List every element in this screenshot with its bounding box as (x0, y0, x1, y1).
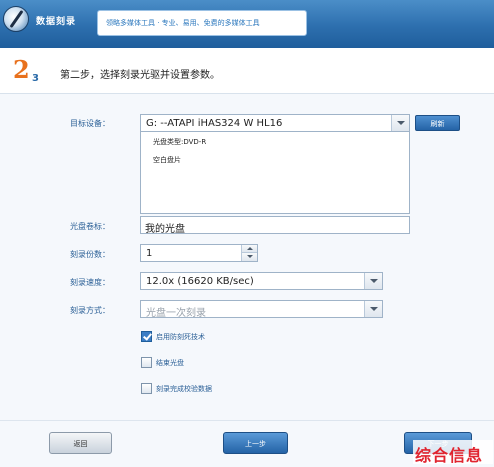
footer-divider (0, 420, 494, 421)
finalize-disc-label: 结束光盘 (156, 359, 184, 367)
disc-label-label: 光盘卷标： (70, 222, 110, 231)
refresh-button[interactable]: 刷新 (415, 115, 460, 131)
copies-label: 刻录份数： (70, 250, 110, 259)
step-instruction: 第二步，选择刻录光驱并设置参数。 (60, 70, 220, 81)
disc-type: 光盘类型:DVD-R (153, 138, 207, 146)
disc-label-value: 我的光盘 (145, 224, 185, 235)
speed-label: 刻录速度： (70, 278, 110, 287)
previous-step-button[interactable]: 上一步 (223, 432, 288, 454)
mode-dropdown-button[interactable] (364, 301, 382, 317)
finalize-disc-checkbox[interactable] (141, 357, 152, 368)
chevron-down-icon (370, 307, 378, 311)
disc-logo-icon (3, 6, 29, 32)
watermark: 综合信息 (413, 440, 493, 465)
disc-info-panel: 光盘类型:DVD-R 空白盘片 (140, 131, 410, 214)
mode-value: 光盘一次刻录 (146, 308, 206, 319)
speed-select[interactable]: 12.0x (16620 KB/sec) (140, 272, 383, 290)
target-device-value: G: --ATAPI iHAS324 W HL16 (146, 118, 283, 129)
app-header: 数据刻录 领略多媒体工具 · 专业、易用、免费的多媒体工具 (0, 0, 494, 48)
copies-value: 1 (146, 248, 153, 259)
verify-data-checkbox[interactable] (141, 383, 152, 394)
mode-select[interactable]: 光盘一次刻录 (140, 300, 383, 319)
stepper-up-button[interactable] (241, 245, 257, 253)
anti-burn-fail-label: 启用防刻死技术 (156, 333, 205, 341)
chevron-down-icon (247, 255, 253, 258)
step-total: 3 (32, 73, 39, 84)
speed-dropdown-button[interactable] (364, 273, 382, 289)
target-device-select[interactable]: G: --ATAPI iHAS324 W HL16 (140, 114, 410, 132)
verify-data-label: 刻录完成校验数据 (156, 385, 212, 393)
step-current: 2 (13, 55, 30, 84)
chevron-up-icon (247, 247, 253, 250)
mode-label: 刻录方式： (70, 306, 110, 315)
stepper-down-button[interactable] (241, 253, 257, 261)
back-button[interactable]: 返回 (49, 432, 112, 454)
target-device-dropdown-button[interactable] (391, 115, 409, 131)
speed-value: 12.0x (16620 KB/sec) (146, 276, 254, 287)
header-slogan: 领略多媒体工具 · 专业、易用、免费的多媒体工具 (97, 10, 307, 36)
chevron-down-icon (370, 279, 378, 283)
disc-status: 空白盘片 (153, 156, 181, 164)
anti-burn-fail-checkbox[interactable] (141, 331, 152, 342)
chevron-down-icon (397, 121, 405, 125)
app-title: 数据刻录 (36, 17, 77, 27)
copies-stepper[interactable]: 1 (140, 244, 258, 262)
target-device-label: 目标设备： (70, 119, 110, 128)
step-indicator: 2 3 第二步，选择刻录光驱并设置参数。 (0, 48, 494, 94)
disc-label-input[interactable]: 我的光盘 (140, 216, 410, 235)
watermark-text: 综合信息 (415, 446, 484, 465)
